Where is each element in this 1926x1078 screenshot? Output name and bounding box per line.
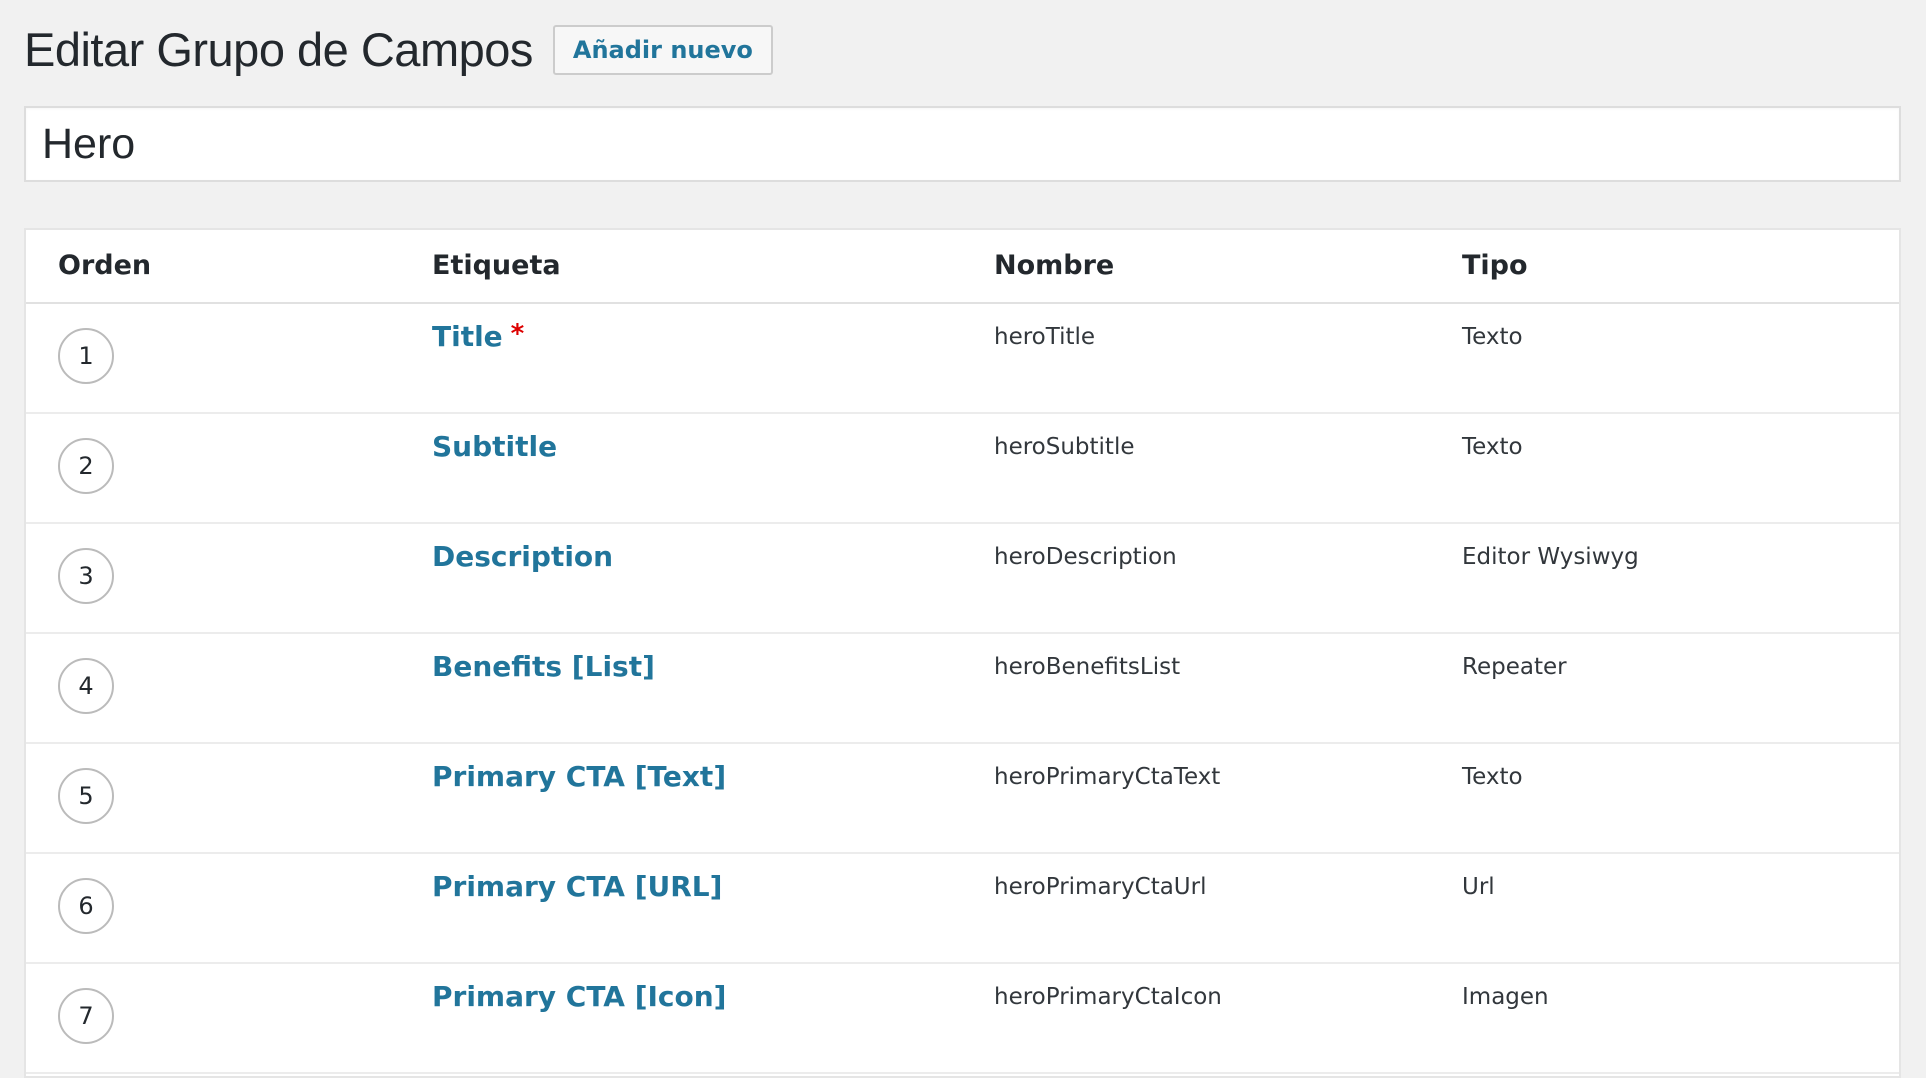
column-header-name: Nombre bbox=[994, 250, 1115, 281]
field-label-link[interactable]: Benefits [List] bbox=[432, 650, 655, 683]
field-type: Texto bbox=[1462, 324, 1523, 350]
field-label-link[interactable]: Primary CTA [URL] bbox=[432, 870, 722, 903]
table-row: 1 Title * heroTitle Texto bbox=[26, 304, 1899, 414]
order-handle[interactable]: 5 bbox=[58, 768, 114, 824]
field-name: heroBenefitsList bbox=[994, 654, 1181, 680]
table-header: Orden Etiqueta Nombre Tipo bbox=[26, 230, 1899, 304]
field-type: Editor Wysiwyg bbox=[1462, 544, 1639, 570]
field-label-text: Title bbox=[432, 320, 503, 353]
field-name: heroPrimaryCtaText bbox=[994, 764, 1221, 790]
order-handle[interactable]: 3 bbox=[58, 548, 114, 604]
field-name: heroTitle bbox=[994, 324, 1096, 350]
field-type: Texto bbox=[1462, 434, 1523, 460]
group-title-input[interactable] bbox=[24, 106, 1901, 182]
field-label-link[interactable]: Primary CTA [Text] bbox=[432, 760, 726, 793]
table-row: 6 Primary CTA [URL] heroPrimaryCtaUrl Ur… bbox=[26, 854, 1899, 964]
required-mark: * bbox=[510, 319, 525, 349]
field-name: heroPrimaryCtaIcon bbox=[994, 984, 1222, 1010]
field-type: Texto bbox=[1462, 764, 1523, 790]
field-label-link[interactable]: Primary CTA [Icon] bbox=[432, 980, 726, 1013]
table-row: 5 Primary CTA [Text] heroPrimaryCtaText … bbox=[26, 744, 1899, 854]
table-row: 3 Description heroDescription Editor Wys… bbox=[26, 524, 1899, 634]
order-handle[interactable]: 4 bbox=[58, 658, 114, 714]
table-row: 4 Benefits [List] heroBenefitsList Repea… bbox=[26, 634, 1899, 744]
column-header-type: Tipo bbox=[1462, 250, 1528, 281]
field-name: heroDescription bbox=[994, 544, 1177, 570]
field-type: Repeater bbox=[1462, 654, 1567, 680]
page-title: Editar Grupo de Campos bbox=[24, 23, 533, 76]
field-type: Url bbox=[1462, 874, 1495, 900]
field-type: Imagen bbox=[1462, 984, 1549, 1010]
field-name: heroPrimaryCtaUrl bbox=[994, 874, 1207, 900]
table-row: 2 Subtitle heroSubtitle Texto bbox=[26, 414, 1899, 524]
column-header-order: Orden bbox=[58, 250, 152, 281]
page-header: Editar Grupo de Campos Añadir nuevo bbox=[24, 18, 773, 82]
add-new-button[interactable]: Añadir nuevo bbox=[552, 25, 773, 75]
column-header-label: Etiqueta bbox=[432, 250, 561, 281]
field-name: heroSubtitle bbox=[994, 434, 1135, 460]
fields-table: Orden Etiqueta Nombre Tipo 1 Title * hero… bbox=[24, 228, 1901, 1078]
field-label-link[interactable]: Title * bbox=[432, 319, 525, 353]
field-label-link[interactable]: Description bbox=[432, 540, 613, 573]
order-handle[interactable]: 1 bbox=[58, 328, 114, 384]
order-handle[interactable]: 6 bbox=[58, 878, 114, 934]
order-handle[interactable]: 7 bbox=[58, 988, 114, 1044]
table-row: 7 Primary CTA [Icon] heroPrimaryCtaIcon … bbox=[26, 964, 1899, 1074]
field-label-link[interactable]: Subtitle bbox=[432, 430, 557, 463]
order-handle[interactable]: 2 bbox=[58, 438, 114, 494]
